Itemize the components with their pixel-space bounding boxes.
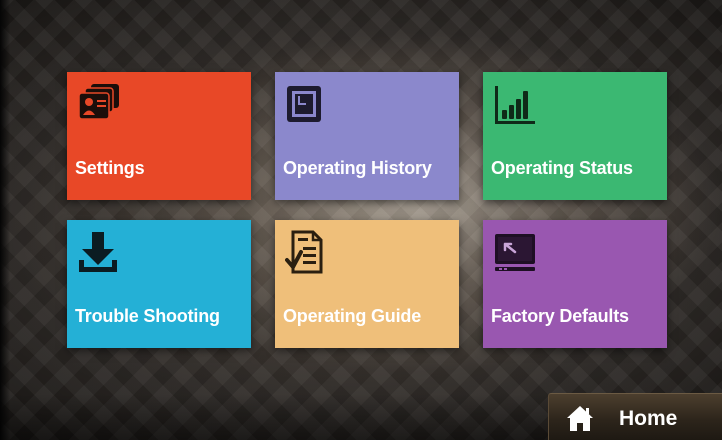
house-icon [567, 406, 593, 431]
checklist-document-icon [285, 230, 323, 274]
trouble-shooting-tile[interactable]: Trouble Shooting [67, 220, 251, 348]
settings-tile[interactable]: Settings [67, 72, 251, 200]
trouble-shooting-label: Trouble Shooting [75, 306, 220, 326]
operating-history-tile[interactable]: Operating History [275, 72, 459, 200]
home-label: Home [619, 407, 678, 430]
settings-label: Settings [75, 158, 145, 178]
factory-defaults-label: Factory Defaults [491, 306, 629, 326]
download-arrow-icon [79, 232, 117, 272]
main-menu-screen: Settings Operating History Operating Sta… [0, 0, 722, 440]
factory-defaults-tile[interactable]: Factory Defaults [483, 220, 667, 348]
operating-guide-label: Operating Guide [283, 306, 422, 326]
bar-signal-icon [495, 86, 535, 124]
screen-bezel-edge [0, 0, 10, 440]
home-button[interactable]: Home [548, 393, 722, 440]
operating-history-label: Operating History [283, 158, 432, 178]
monitor-reset-icon [495, 234, 535, 271]
operating-guide-tile[interactable]: Operating Guide [275, 220, 459, 348]
operating-status-label: Operating Status [491, 158, 633, 178]
operating-status-tile[interactable]: Operating Status [483, 72, 667, 200]
history-panel-icon [287, 86, 321, 122]
id-card-icon [78, 84, 119, 120]
